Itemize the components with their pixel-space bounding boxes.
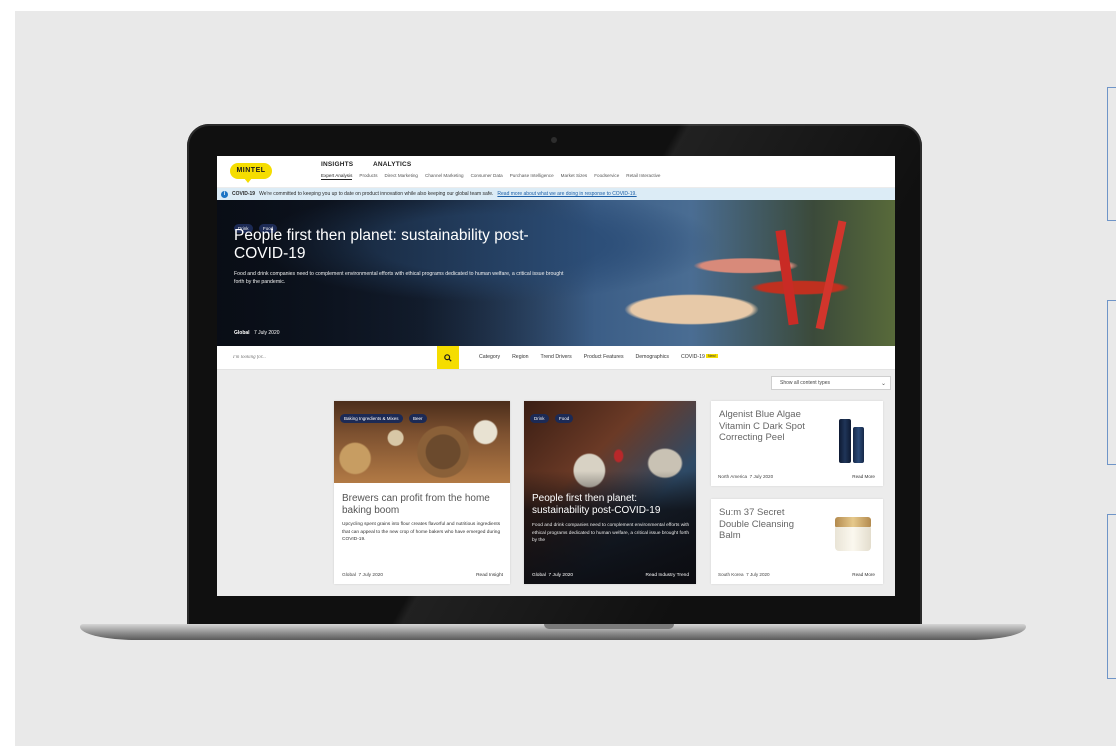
trend-card[interactable]: Drink Food People first then planet: sus… (524, 401, 696, 584)
nav-analytics[interactable]: ANALYTICS (373, 161, 411, 168)
product-card[interactable]: Algenist Blue Algae Vitamin C Dark Spot … (711, 401, 883, 486)
hero-description: Food and drink companies need to complem… (234, 271, 564, 285)
subnav-item[interactable]: Consumer Data (471, 173, 503, 180)
card-meta: Global 7 July 2020 (342, 573, 383, 578)
laptop-notch (544, 624, 674, 629)
card-tags: Drink Food (530, 407, 575, 425)
product-title[interactable]: Algenist Blue Algae Vitamin C Dark Spot … (719, 409, 829, 444)
insight-card[interactable]: Baking Ingredients & Mixes Beer Brewers … (334, 401, 510, 584)
card-title[interactable]: People first then planet: sustainability… (532, 493, 692, 517)
tag-pill[interactable]: Drink (530, 414, 549, 423)
filter-covid[interactable]: COVID-19 New! (681, 354, 718, 360)
search-bar: Category Region Trend Drivers Product Fe… (217, 346, 895, 370)
subnav-item[interactable]: Products (359, 173, 377, 180)
card-description: Upcycling spent grains into flour create… (342, 522, 501, 542)
covid-label: COVID-19 (232, 191, 256, 197)
search-icon (444, 353, 452, 362)
tag-pill[interactable]: Beer (408, 414, 427, 423)
filter-region[interactable]: Region (512, 354, 528, 360)
logo-tail (244, 178, 252, 183)
filter-product-features[interactable]: Product Features (584, 354, 624, 360)
card-tags: Baking Ingredients & Mixes Beer (340, 407, 429, 425)
new-badge: New! (705, 354, 718, 358)
read-more-link[interactable]: Read More (852, 572, 875, 577)
tag-pill[interactable]: Food (554, 414, 574, 423)
product-image (837, 415, 867, 465)
hero-date: 7 July 2020 (253, 330, 280, 336)
laptop-base (80, 624, 1026, 640)
content-type-value: Show all content types (780, 380, 831, 386)
filter-category[interactable]: Category (479, 354, 500, 360)
screen: MINTEL INSIGHTS ANALYTICS Expert Analysi… (217, 156, 895, 596)
mintel-logo[interactable]: MINTEL (230, 163, 272, 179)
subnav-item[interactable]: Purchase Intelligence (510, 173, 554, 180)
product-region: North America (718, 474, 748, 479)
read-industry-trend-link[interactable]: Read Industry Trend (646, 573, 689, 578)
subnav-item[interactable]: Direct Marketing (385, 173, 418, 180)
card-description: Food and drink companies need to complem… (532, 523, 690, 543)
search-button[interactable] (437, 346, 459, 369)
tag-pill[interactable]: Baking Ingredients & Mixes (340, 414, 403, 423)
top-nav: MINTEL INSIGHTS ANALYTICS Expert Analysi… (217, 156, 895, 188)
subnav-item[interactable]: Channel Marketing (425, 173, 464, 180)
card-title[interactable]: Brewers can profit from the home baking … (342, 493, 502, 517)
product-image (833, 513, 873, 557)
subnav-item[interactable]: Market Sizes (561, 173, 588, 180)
side-frame-bottom (1107, 514, 1116, 679)
filter-trend-drivers[interactable]: Trend Drivers (541, 354, 572, 360)
card-meta: Global 7 July 2020 (532, 573, 573, 578)
info-icon: i (221, 190, 228, 198)
product-meta: North America 7 July 2020 (718, 474, 773, 479)
product-card[interactable]: Su:m 37 Secret Double Cleansing Balm Sou… (711, 499, 883, 584)
hero-region: Global (234, 330, 250, 336)
read-insight-link[interactable]: Read Insight (476, 573, 503, 578)
covid-text: We're committed to keeping you up to dat… (259, 191, 494, 197)
nav-insights[interactable]: INSIGHTS (321, 161, 353, 168)
camera-icon (551, 137, 557, 143)
content-area: Show all content types ⌄ Baking Ingredie… (217, 370, 895, 596)
card-region: Global (532, 573, 546, 578)
product-date: 7 July 2020 (746, 572, 770, 577)
card-date: 7 July 2020 (358, 573, 384, 578)
subnav-item[interactable]: Retail Interactive (626, 173, 660, 180)
subnav-item[interactable]: Foodservice (594, 173, 619, 180)
chevron-down-icon: ⌄ (880, 381, 886, 387)
search-input[interactable] (217, 346, 437, 369)
filter-demographics[interactable]: Demographics (636, 354, 669, 360)
hero-meta: Global 7 July 2020 (234, 330, 280, 336)
filter-covid-label: COVID-19 (681, 354, 705, 360)
content-type-select[interactable]: Show all content types ⌄ (771, 376, 891, 390)
covid-link[interactable]: Read more about what we are doing in res… (497, 191, 636, 197)
product-region: South Korea (718, 572, 744, 577)
hero-title[interactable]: People first then planet: sustainability… (234, 227, 534, 263)
card-date: 7 July 2020 (548, 573, 574, 578)
subnav-item[interactable]: Expert Analysis (321, 173, 353, 180)
card-region: Global (342, 573, 356, 578)
product-meta: South Korea 7 July 2020 (718, 572, 770, 577)
hero-banner[interactable]: Drink Food People first then planet: sus… (217, 200, 895, 346)
product-title[interactable]: Su:m 37 Secret Double Cleansing Balm (719, 507, 809, 542)
subnav: Expert Analysis Products Direct Marketin… (321, 173, 660, 180)
side-frame-middle (1107, 300, 1116, 465)
product-date: 7 July 2020 (749, 474, 774, 479)
read-more-link[interactable]: Read More (852, 474, 875, 479)
side-frame-top (1107, 87, 1116, 221)
filter-bar: Category Region Trend Drivers Product Fe… (479, 354, 718, 360)
covid-banner: i COVID-19 We're committed to keeping yo… (217, 188, 895, 200)
